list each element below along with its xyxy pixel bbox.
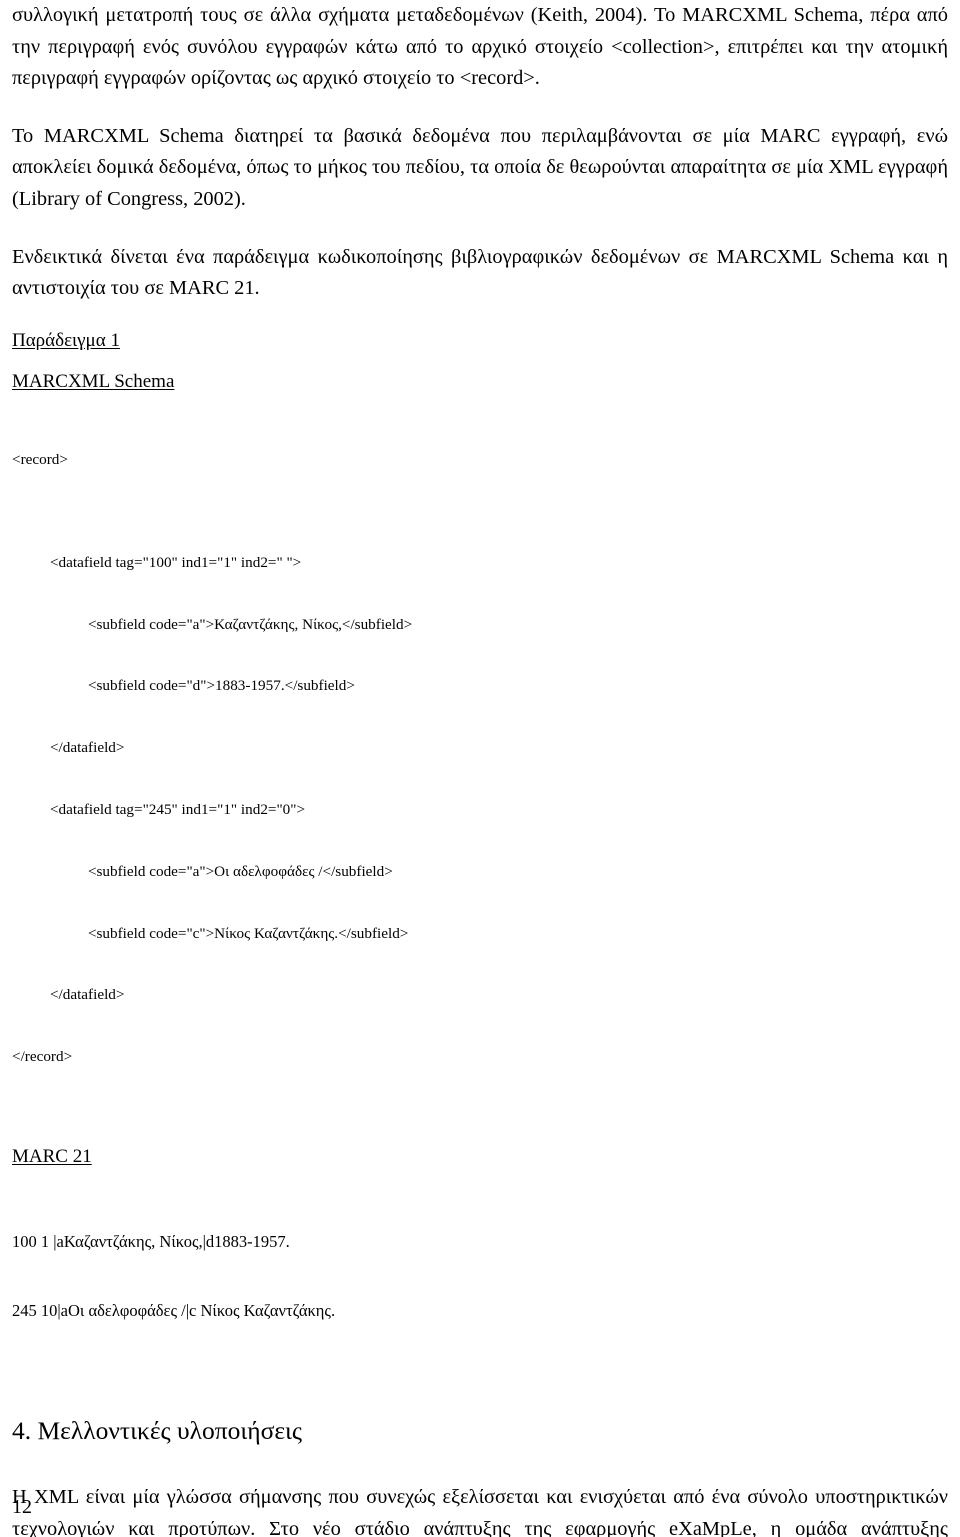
code-line: <datafield tag="245" ind1="1" ind2="0"> bbox=[12, 801, 306, 819]
spacer-before-section bbox=[12, 1368, 948, 1414]
marcxml-code-block: <record> <datafield tag="100" ind1="1" i… bbox=[12, 409, 948, 1109]
example-label: Παράδειγμα 1 bbox=[12, 329, 120, 351]
section-heading: 4. Μελλοντικές υλοποιήσεις bbox=[12, 1415, 303, 1445]
code-line: <subfield code="c">Νίκος Καζαντζάκης.</s… bbox=[12, 924, 409, 942]
spacer-before-example bbox=[12, 305, 948, 327]
code-line: </record> bbox=[12, 1048, 73, 1066]
code-line: <subfield code="a">Οι αδελφοφάδες /</sub… bbox=[12, 862, 393, 880]
marc21-line: 245 10|aΟι αδελφοφάδες /|c Νίκος Καζαντζ… bbox=[12, 1300, 336, 1320]
spacer-after-marcxml-heading bbox=[12, 395, 948, 409]
code-line: <record> bbox=[12, 450, 68, 468]
marc21-line: 100 1 |aΚαζαντζάκης, Νίκος,|d1883-1957. bbox=[12, 1231, 290, 1251]
spacer-after-example-label bbox=[12, 354, 948, 368]
marcxml-schema-heading: MARCXML Schema bbox=[12, 370, 175, 392]
spacer-after-marc21-heading bbox=[12, 1170, 948, 1184]
document-page: συλλογική μετατροπή τους σε άλλα σχήματα… bbox=[0, 0, 960, 1537]
code-line: <datafield tag="100" ind1="1" ind2=" "> bbox=[12, 553, 302, 571]
code-line: <subfield code="d">1883-1957.</subfield> bbox=[12, 677, 355, 695]
spacer-after-section-heading bbox=[12, 1448, 948, 1482]
code-line: </datafield> bbox=[12, 739, 125, 757]
paragraph-marcxml-schema-data: Το MARCXML Schema διατηρεί τα βασικά δεδ… bbox=[12, 124, 948, 210]
marc21-heading: MARC 21 bbox=[12, 1145, 92, 1167]
code-line: <subfield code="a">Καζαντζάκης, Νίκος,</… bbox=[12, 615, 413, 633]
paragraph-example-intro: Ενδεικτικά δίνεται ένα παράδειγμα κωδικο… bbox=[12, 245, 948, 300]
code-line: </datafield> bbox=[12, 986, 125, 1004]
spacer-before-marc21 bbox=[12, 1109, 948, 1143]
marc21-block: 100 1 |aΚαζαντζάκης, Νίκος,|d1883-1957. … bbox=[12, 1184, 948, 1368]
paragraph-xml-evolution: Η XML είναι μία γλώσσα σήμανσης που συνε… bbox=[12, 1485, 948, 1537]
page-number: 12 bbox=[12, 1496, 32, 1518]
paragraph-intro-marcxml: συλλογική μετατροπή τους σε άλλα σχήματα… bbox=[12, 4, 948, 90]
